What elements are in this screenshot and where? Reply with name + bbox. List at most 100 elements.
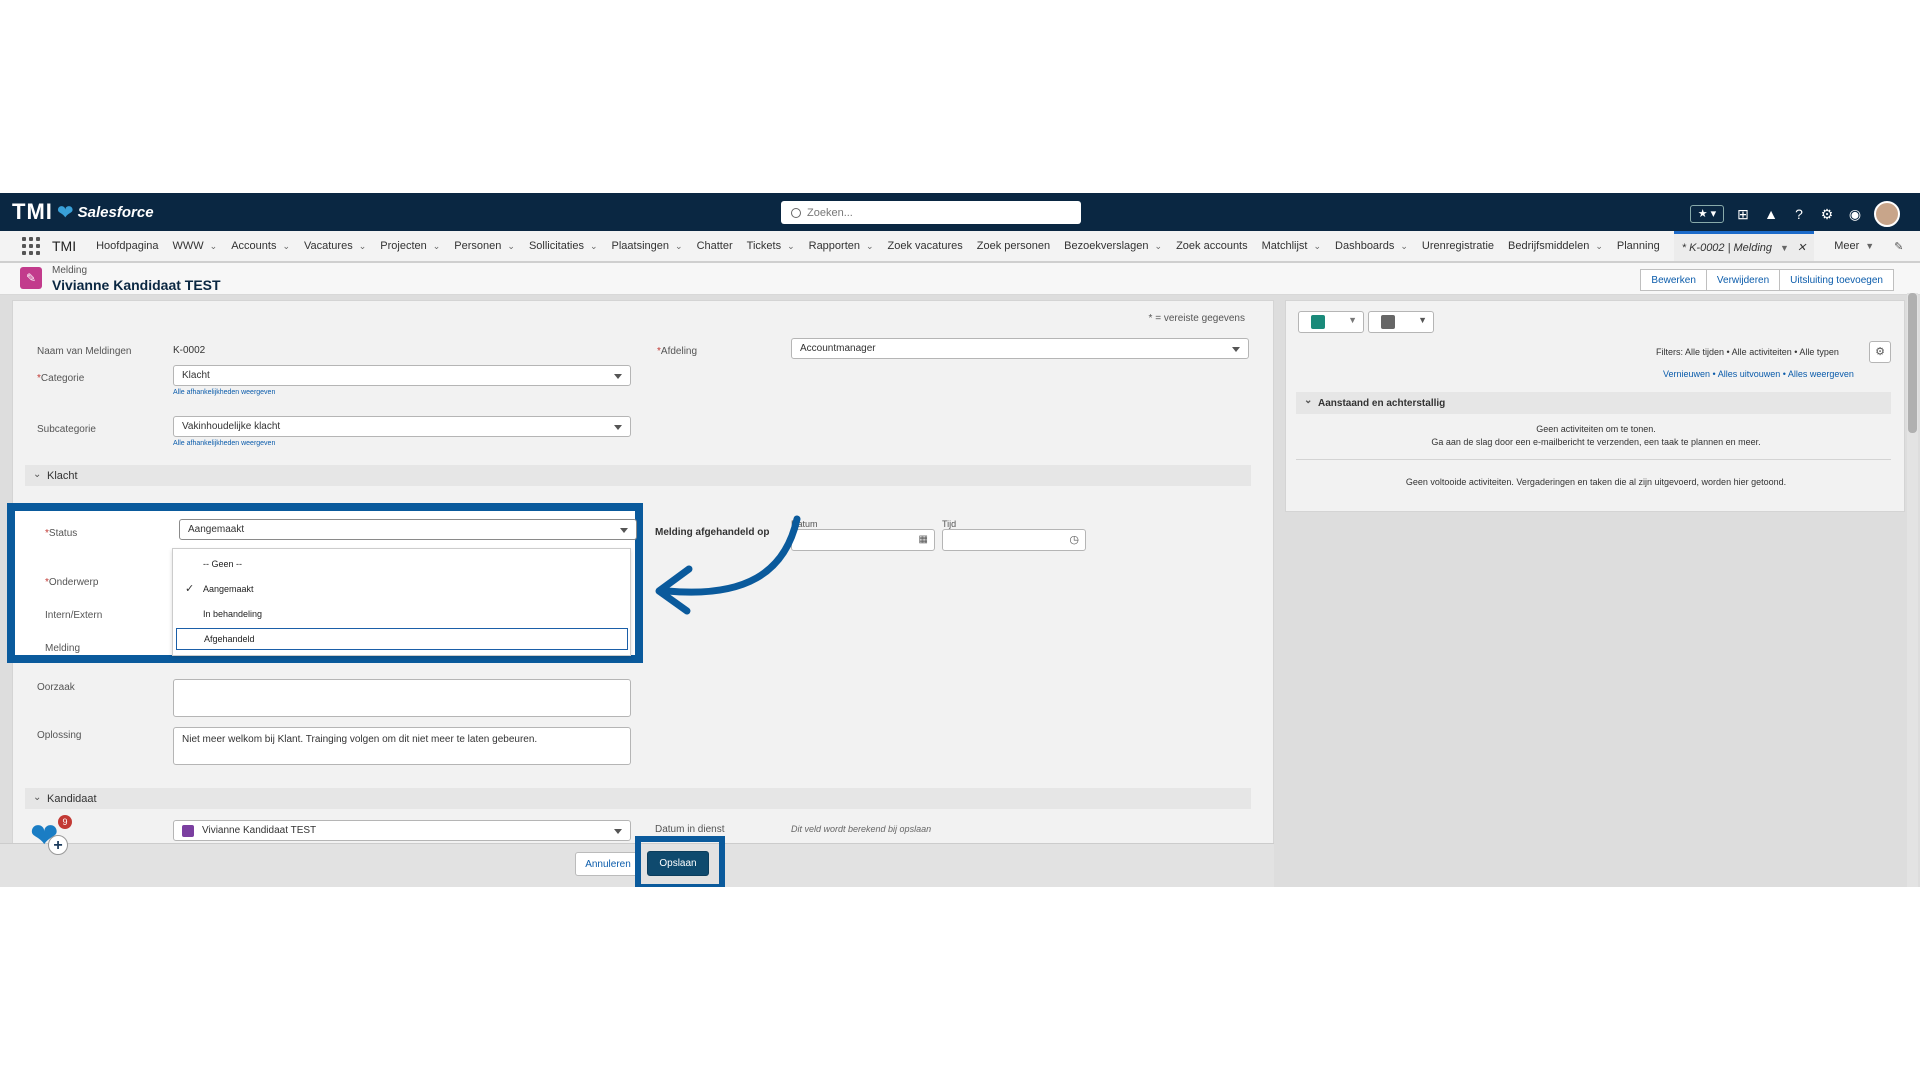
app-launcher-waffle-icon[interactable] <box>22 237 40 255</box>
activity-settings-gear-icon[interactable]: ⚙ <box>1869 341 1891 363</box>
nav-item-zoek-personen[interactable]: Zoek personen <box>977 240 1050 252</box>
nav-item-bedrijfsmiddelen[interactable]: Bedrijfsmiddelen ⌄ <box>1508 240 1603 252</box>
chevron-down-icon: ⌄ <box>33 792 42 803</box>
section-upcoming-overdue[interactable]: ⌄ Aanstaand en achterstallig <box>1296 392 1891 414</box>
oorzaak-label: Oorzaak <box>37 682 75 693</box>
calendar-icon[interactable]: ▦ <box>919 534 928 545</box>
status-option-afgehandeld[interactable]: Afgehandeld <box>176 628 628 650</box>
chevron-down-icon[interactable]: ⌄ <box>1155 241 1163 252</box>
add-exclusion-button[interactable]: Uitsluiting toevoegen <box>1780 269 1894 291</box>
caret-down-icon <box>620 528 628 533</box>
section-klacht[interactable]: ⌄ Klacht <box>25 465 1251 486</box>
scrollbar-thumb[interactable] <box>1908 293 1917 433</box>
chevron-down-icon[interactable]: ⌄ <box>433 241 441 252</box>
nav-item-accounts[interactable]: Accounts ⌄ <box>231 240 290 252</box>
nav-item-label: Bedrijfsmiddelen <box>1508 240 1590 252</box>
nav-item-matchlijst[interactable]: Matchlijst ⌄ <box>1262 240 1321 252</box>
favorites-star-icon[interactable]: ★ ▾ <box>1690 205 1724 223</box>
nav-item-planning[interactable]: Planning <box>1617 240 1660 252</box>
close-tab-icon[interactable]: ✕ <box>1797 241 1806 254</box>
chevron-down-icon[interactable]: ⌄ <box>1400 241 1408 252</box>
global-actions-plus-icon[interactable]: ⊞ <box>1734 205 1752 223</box>
record-type-icon: ✎ <box>20 267 42 289</box>
section-kandidaat[interactable]: ⌄ Kandidaat <box>25 788 1251 809</box>
activity-links[interactable]: Vernieuwen • Alles uitvouwen • Alles wee… <box>1663 369 1854 379</box>
logo[interactable]: TMI ❤ Salesforce <box>12 199 154 225</box>
chevron-down-icon[interactable]: ⌄ <box>507 241 515 252</box>
kandidaat-lookup[interactable]: Vivianne Kandidaat TEST <box>173 820 631 841</box>
delete-button[interactable]: Verwijderen <box>1706 269 1781 291</box>
nav-item-sollicitaties[interactable]: Sollicitaties ⌄ <box>529 240 598 252</box>
subcategorie-select[interactable]: Vakinhoudelijke klacht <box>173 416 631 437</box>
notifications-bell-icon[interactable]: ◉ <box>1846 205 1864 223</box>
edit-button[interactable]: Bewerken <box>1640 269 1707 291</box>
categorie-select[interactable]: Klacht <box>173 365 631 386</box>
chevron-down-icon[interactable]: ▼ <box>1418 315 1427 325</box>
nav-item-label: Tickets <box>746 240 782 252</box>
chevron-down-icon[interactable]: ⌄ <box>282 241 290 252</box>
chevron-down-icon[interactable]: ⌄ <box>675 241 683 252</box>
status-select[interactable]: Aangemaakt <box>179 519 637 540</box>
categorie-dependencies-link[interactable]: Alle afhankelijkheden weergeven <box>173 389 275 396</box>
caret-down-icon <box>1232 347 1240 352</box>
nav-item-dashboards[interactable]: Dashboards ⌄ <box>1335 240 1408 252</box>
logo-salesforce-text: Salesforce <box>77 203 154 221</box>
app-navigation-bar: TMI Hoofdpagina WWW ⌄ Accounts ⌄ Vacatures ⌄ Pr… <box>0 231 1920 263</box>
chevron-down-icon[interactable]: ⌄ <box>1313 241 1321 252</box>
afgehandeld-time-input[interactable]: ◷ <box>942 529 1086 551</box>
oorzaak-textarea[interactable] <box>173 679 631 717</box>
save-button[interactable]: Opslaan <box>647 851 709 876</box>
nav-item-projecten[interactable]: Projecten ⌄ <box>380 240 440 252</box>
nav-item-personen[interactable]: Personen ⌄ <box>454 240 515 252</box>
help-widget[interactable]: ❤ + 9 <box>30 815 72 855</box>
nav-item-urenregistratie[interactable]: Urenregistratie <box>1422 240 1494 252</box>
user-avatar[interactable] <box>1874 201 1900 227</box>
chevron-down-icon[interactable]: ▼ <box>1780 243 1789 253</box>
nav-item-bezoekverslagen[interactable]: Bezoekverslagen ⌄ <box>1064 240 1162 252</box>
nav-item-label: Matchlijst <box>1261 240 1308 252</box>
chevron-down-icon[interactable]: ▼ <box>1348 315 1357 325</box>
chevron-down-icon[interactable]: ⌄ <box>210 241 218 252</box>
chevron-down-icon[interactable]: ⌄ <box>590 241 598 252</box>
chevron-down-icon[interactable]: ⌄ <box>866 241 874 252</box>
setup-gear-icon[interactable]: ⚙ <box>1818 205 1836 223</box>
global-search-input[interactable]: Zoeken... <box>781 201 1081 224</box>
nav-item-zoek-vacatures[interactable]: Zoek vacatures <box>888 240 963 252</box>
afdeling-select[interactable]: Accountmanager <box>791 338 1249 359</box>
tab-label: * K-0002 | Melding <box>1681 241 1773 254</box>
chevron-down-icon[interactable]: ⌄ <box>787 241 795 252</box>
log-call-button[interactable]: ▼ <box>1298 311 1364 333</box>
chevron-down-icon: ▼ <box>1865 241 1875 251</box>
nav-more-label: Meer <box>1834 240 1860 252</box>
tab-k0002-melding[interactable]: * K-0002 | Melding ▼ ✕ <box>1673 231 1815 261</box>
onderwerp-label: *Onderwerp <box>45 577 99 588</box>
nav-item-plaatsingen[interactable]: Plaatsingen ⌄ <box>612 240 683 252</box>
edit-nav-pencil-icon[interactable]: ✎ <box>1894 240 1903 253</box>
nav-item-label: Sollicitaties <box>528 240 584 252</box>
nav-item-chatter[interactable]: Chatter <box>697 240 733 252</box>
trailhead-icon[interactable]: ▲ <box>1762 205 1780 223</box>
nav-item-hoofdpagina[interactable]: Hoofdpagina <box>96 240 158 252</box>
status-option-geen[interactable]: -- Geen -- <box>173 553 630 575</box>
nav-item-www[interactable]: WWW ⌄ <box>173 240 218 252</box>
nav-item-vacatures[interactable]: Vacatures ⌄ <box>304 240 366 252</box>
oplossing-textarea[interactable]: Niet meer welkom bij Klant. Trainging vo… <box>173 727 631 765</box>
nav-item-tickets[interactable]: Tickets ⌄ <box>747 240 795 252</box>
subcategorie-dependencies-link[interactable]: Alle afhankelijkheden weergeven <box>173 440 275 447</box>
chevron-down-icon[interactable]: ⌄ <box>1595 241 1603 252</box>
required-note: * = vereiste gegevens <box>1148 313 1245 324</box>
nav-item-rapporten[interactable]: Rapporten ⌄ <box>809 240 874 252</box>
email-button[interactable]: ▼ <box>1368 311 1434 333</box>
help-question-icon[interactable]: ? <box>1790 205 1808 223</box>
nav-item-zoek-accounts[interactable]: Zoek accounts <box>1176 240 1248 252</box>
cancel-button[interactable]: Annuleren <box>575 852 641 876</box>
melding-label: Melding <box>45 643 81 654</box>
clock-icon[interactable]: ◷ <box>1069 533 1079 546</box>
nav-more[interactable]: Meer ▼ <box>1834 240 1874 252</box>
chevron-down-icon[interactable]: ⌄ <box>359 241 367 252</box>
categorie-label: *Categorie <box>37 373 85 384</box>
record-type-label: Melding <box>52 265 88 276</box>
section-klacht-label: Klacht <box>47 469 78 482</box>
status-option-in-behandeling[interactable]: In behandeling <box>173 603 630 625</box>
status-option-aangemaakt[interactable]: ✓ Aangemaakt <box>173 578 630 600</box>
